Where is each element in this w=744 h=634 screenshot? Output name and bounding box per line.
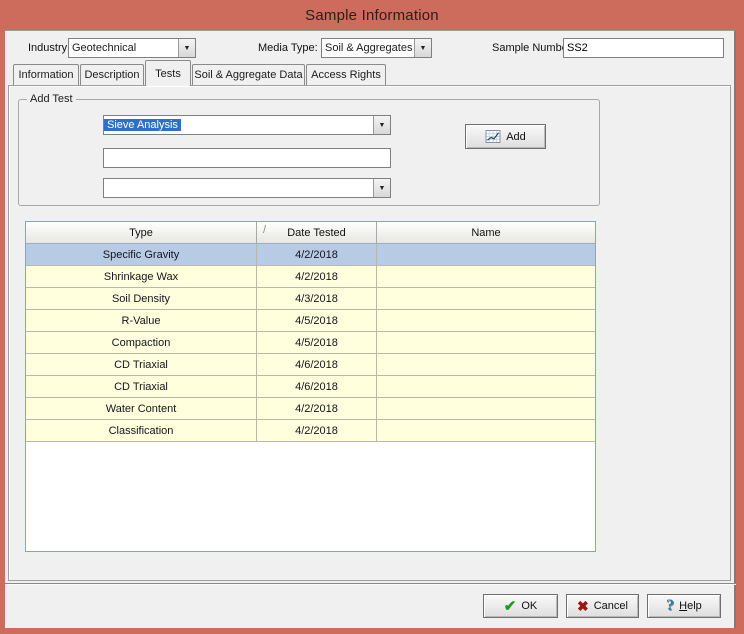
chart-icon xyxy=(485,130,501,143)
industry-label: Industry: xyxy=(28,42,70,54)
test-type-value: Sieve Analysis xyxy=(104,119,181,131)
media-type-value: Soil & Aggregates xyxy=(322,42,414,54)
column-header-name[interactable]: Name xyxy=(377,222,595,243)
table-row[interactable]: Specific Gravity 4/2/2018 xyxy=(26,244,595,266)
tab-access-rights[interactable]: Access Rights xyxy=(306,64,386,85)
table-row[interactable]: R-Value 4/5/2018 xyxy=(26,310,595,332)
sample-number-input[interactable] xyxy=(563,38,724,58)
add-test-group-title: Add Test xyxy=(27,93,76,105)
cancel-button[interactable]: ✖ Cancel xyxy=(566,594,639,618)
sample-information-window: Sample Information Industry: Geotechnica… xyxy=(0,0,744,634)
footer-divider xyxy=(5,583,736,585)
laboratory-select[interactable]: ▼ xyxy=(103,178,391,198)
table-row[interactable]: Soil Density 4/3/2018 xyxy=(26,288,595,310)
dropdown-arrow-icon[interactable]: ▼ xyxy=(373,179,390,197)
name-input[interactable] xyxy=(103,148,391,168)
tab-information[interactable]: Information xyxy=(13,64,79,85)
column-header-type[interactable]: Type xyxy=(26,222,257,243)
tab-soil-aggregate-data[interactable]: Soil & Aggregate Data xyxy=(192,64,305,85)
tests-table: Type / Date Tested Name Specific Gravity… xyxy=(25,221,596,552)
dropdown-arrow-icon[interactable]: ▼ xyxy=(414,39,431,57)
dropdown-arrow-icon[interactable]: ▼ xyxy=(373,116,390,134)
table-row[interactable]: Compaction 4/5/2018 xyxy=(26,332,595,354)
add-button[interactable]: Add xyxy=(465,124,546,149)
industry-value: Geotechnical xyxy=(69,42,178,54)
test-type-select[interactable]: Sieve Analysis ▼ xyxy=(103,115,391,135)
help-button[interactable]: ? Help xyxy=(647,594,721,618)
table-row[interactable]: CD Triaxial 4/6/2018 xyxy=(26,376,595,398)
add-button-label: Add xyxy=(506,131,526,143)
media-type-label: Media Type: xyxy=(258,42,318,54)
cancel-button-label: Cancel xyxy=(594,600,628,612)
x-icon: ✖ xyxy=(577,599,589,613)
dropdown-arrow-icon[interactable]: ▼ xyxy=(178,39,195,57)
table-row[interactable]: Classification 4/2/2018 xyxy=(26,420,595,442)
sort-indicator-icon: / xyxy=(263,224,266,236)
checkmark-icon: ✔ xyxy=(504,599,517,614)
tests-table-header: Type / Date Tested Name xyxy=(26,222,595,244)
window-title: Sample Information xyxy=(305,7,439,24)
tab-description[interactable]: Description xyxy=(80,64,144,85)
table-row[interactable]: CD Triaxial 4/6/2018 xyxy=(26,354,595,376)
industry-select[interactable]: Geotechnical ▼ xyxy=(68,38,196,58)
help-button-label: Help xyxy=(679,600,702,612)
ok-button[interactable]: ✔ OK xyxy=(483,594,558,618)
title-bar: Sample Information xyxy=(0,0,744,30)
tab-tests[interactable]: Tests xyxy=(145,60,191,86)
ok-button-label: OK xyxy=(521,600,537,612)
media-type-select[interactable]: Soil & Aggregates ▼ xyxy=(321,38,432,58)
table-row[interactable]: Shrinkage Wax 4/2/2018 xyxy=(26,266,595,288)
dialog-client-area: Industry: Geotechnical ▼ Media Type: Soi… xyxy=(5,30,736,628)
table-row[interactable]: Water Content 4/2/2018 xyxy=(26,398,595,420)
column-header-date-tested[interactable]: / Date Tested xyxy=(257,222,377,243)
question-mark-icon: ? xyxy=(666,598,674,614)
